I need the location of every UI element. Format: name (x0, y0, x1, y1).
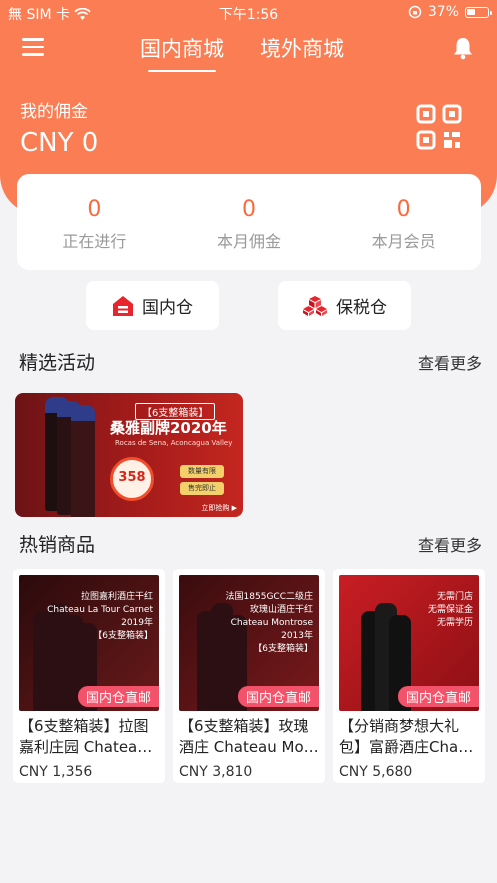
banner-price: 358 (118, 470, 146, 485)
battery-icon (465, 6, 492, 18)
boxes-icon (303, 295, 327, 316)
featured-banner[interactable]: 【6支整箱装】 桑雅副牌2020年 Rocas de Sena, Aconcag… (15, 393, 243, 517)
product-name: 【分销商梦想大礼 包】富爵酒庄Chateau (339, 717, 479, 756)
mall-tabs: 国内商城 境外商城 (140, 33, 344, 72)
stat-value: 0 (396, 197, 411, 222)
stat-monthly-members[interactable]: 0 本月会员 (326, 174, 481, 270)
stat-value: 0 (87, 197, 102, 222)
product-name: 【6支整箱装】玫瑰 酒庄 Chateau Montrose (179, 717, 319, 756)
tab-overseas-mall[interactable]: 境外商城 (260, 33, 344, 63)
stat-label: 本月佣金 (217, 232, 282, 251)
bonded-warehouse-label: 保税仓 (336, 298, 387, 318)
battery-percent: 37% (427, 4, 459, 20)
stat-value: 0 (242, 197, 256, 222)
price-badge: 358 (110, 457, 154, 501)
status-bar: 無 SIM 卡 下午1:56 37% (0, 0, 497, 26)
stat-label: 正在进行 (62, 232, 127, 251)
featured-view-more-link[interactable]: 查看更多 (418, 350, 482, 374)
bell-icon[interactable] (452, 36, 474, 60)
wine-bottle-image (71, 405, 95, 517)
hot-view-more-link[interactable]: 查看更多 (418, 532, 482, 556)
bonded-warehouse-button[interactable]: 保税仓 (278, 281, 411, 330)
banner-buy-text: 立即抢购 ▶ (201, 504, 237, 512)
stat-monthly-commission[interactable]: 0 本月佣金 (172, 174, 327, 270)
product-image-caption: 无需门店 无需保证金 无需学历 (427, 592, 473, 628)
qr-code-icon[interactable] (416, 104, 462, 150)
direct-ship-badge: 国内仓直邮 (237, 686, 319, 707)
product-image-caption: 法国1855GCC二级庄 玫瑰山酒庄干红 Chateau Montrose 20… (225, 592, 313, 654)
direct-ship-badge: 国内仓直邮 (77, 686, 159, 707)
product-list: 拉图嘉利酒庄干红 Chateau La Tour Carnet 2019年 【6… (13, 569, 485, 783)
product-image: 法国1855GCC二级庄 玫瑰山酒庄干红 Chateau Montrose 20… (179, 575, 319, 711)
tab-domestic-mall[interactable]: 国内商城 (140, 33, 224, 72)
domestic-warehouse-button[interactable]: 国内仓 (86, 281, 219, 330)
stats-card: 0 正在进行 0 本月佣金 0 本月会员 (17, 174, 481, 270)
product-card[interactable]: 法国1855GCC二级庄 玫瑰山酒庄干红 Chateau Montrose 20… (173, 569, 325, 783)
product-price: CNY 1,356 (19, 764, 93, 780)
featured-section-title: 精选活动 (19, 352, 96, 374)
menu-icon[interactable] (22, 38, 44, 58)
product-card[interactable]: 无需门店 无需保证金 无需学历 国内仓直邮 【分销商梦想大礼 包】富爵酒庄Cha… (333, 569, 485, 783)
commission-label: 我的佣金 (20, 102, 88, 122)
banner-pill: 数量有限 (180, 465, 224, 478)
product-name: 【6支整箱装】拉图 嘉利庄园 Chateau La Tour Carnet (19, 717, 159, 756)
domestic-warehouse-label: 国内仓 (142, 298, 193, 318)
product-card[interactable]: 拉图嘉利酒庄干红 Chateau La Tour Carnet 2019年 【6… (13, 569, 165, 783)
banner-pill: 售完即止 (180, 482, 224, 495)
banner-title: 桑雅副牌2020年 (110, 419, 227, 437)
commission-value: CNY 0 (20, 128, 99, 158)
stat-label: 本月会员 (371, 232, 436, 251)
direct-ship-badge: 国内仓直邮 (397, 686, 479, 707)
product-image: 无需门店 无需保证金 无需学历 国内仓直邮 (339, 575, 479, 711)
product-image-caption: 拉图嘉利酒庄干红 Chateau La Tour Carnet 2019年 【6… (47, 592, 153, 641)
hot-section-title: 热销商品 (19, 534, 96, 556)
product-price: CNY 3,810 (179, 764, 253, 780)
banner-subtitle: Rocas de Sena, Aconcagua Valley (115, 439, 233, 447)
stat-in-progress[interactable]: 0 正在进行 (17, 174, 172, 270)
orientation-lock-icon (408, 5, 422, 19)
product-image: 拉图嘉利酒庄干红 Chateau La Tour Carnet 2019年 【6… (19, 575, 159, 711)
warehouse-icon (113, 295, 133, 316)
product-price: CNY 5,680 (339, 764, 413, 780)
